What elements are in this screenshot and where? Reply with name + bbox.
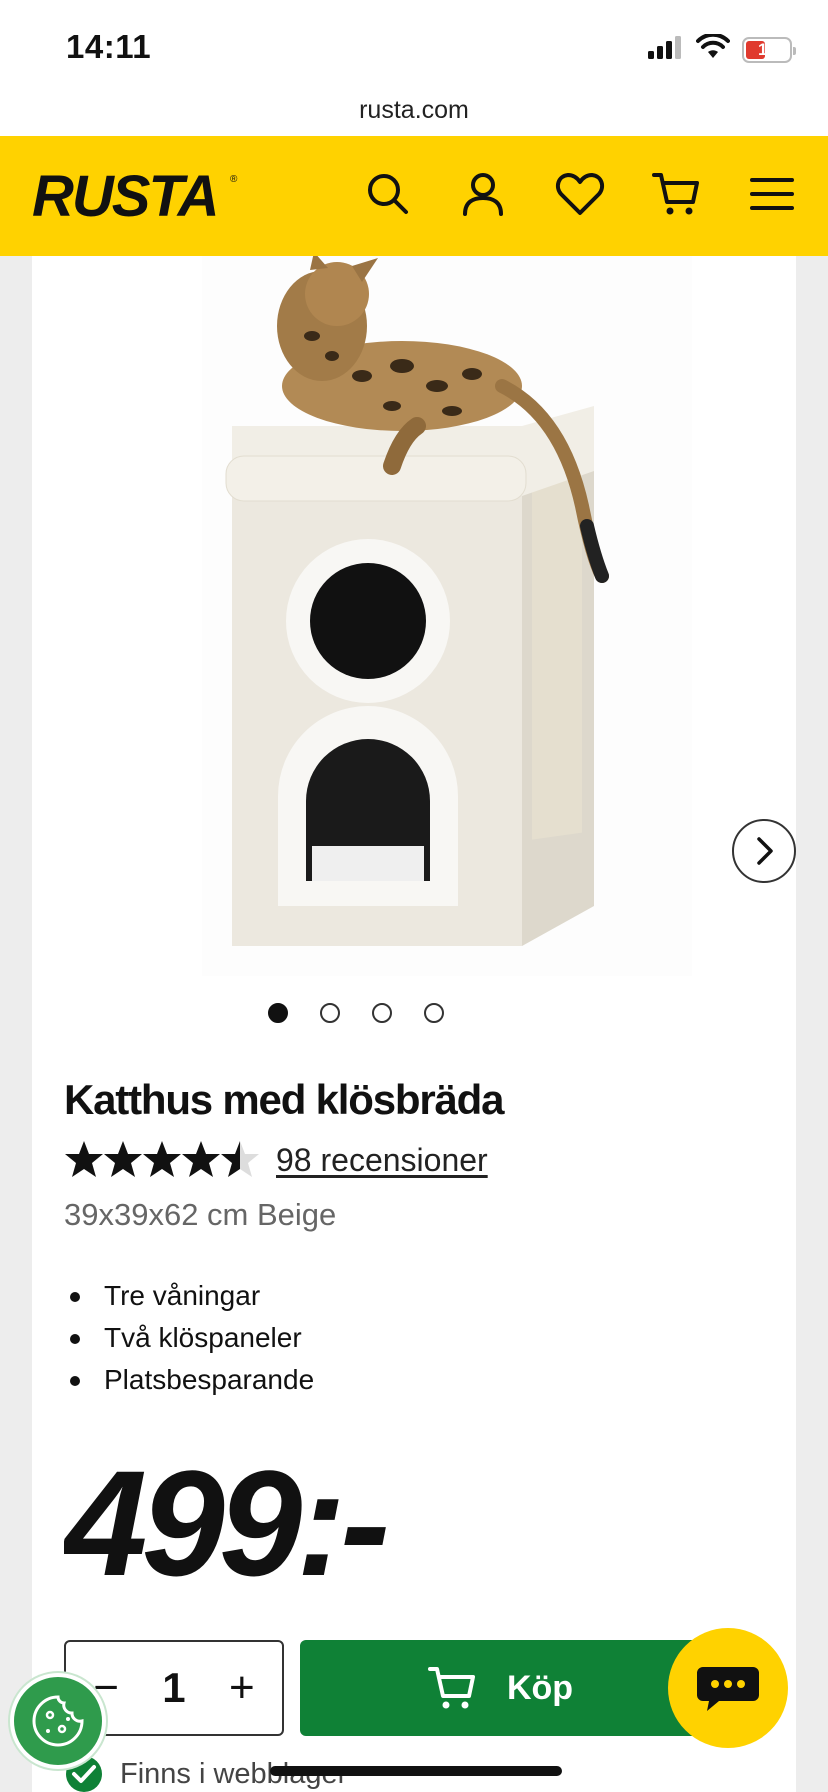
cookie-icon xyxy=(32,1695,84,1747)
status-bar: 14:11 11 xyxy=(0,0,828,90)
buy-button[interactable]: Köp xyxy=(300,1640,700,1736)
rusta-logo[interactable]: RUSTA ® xyxy=(30,164,240,229)
menu-icon[interactable] xyxy=(744,166,800,222)
quantity-value[interactable]: 1 xyxy=(162,1664,185,1712)
heart-icon[interactable] xyxy=(552,166,608,222)
status-time: 14:11 xyxy=(66,28,152,65)
battery-level: 11 xyxy=(758,39,776,59)
star-rating xyxy=(64,1139,264,1181)
feature-list: Tre våningar Två klöspaneler Platsbespar… xyxy=(64,1275,314,1401)
product-title: Katthus med klösbräda xyxy=(64,1076,504,1123)
cart-icon xyxy=(427,1667,475,1709)
search-icon[interactable] xyxy=(360,166,416,222)
buy-button-label: Köp xyxy=(506,1668,574,1707)
feature-item: Tre våningar xyxy=(64,1275,314,1317)
reviews-link[interactable]: 98 recensioner xyxy=(276,1142,488,1179)
product-subtitle: 39x39x62 cm Beige xyxy=(64,1197,337,1232)
carousel-dot-3[interactable] xyxy=(372,1003,392,1023)
svg-text:®: ® xyxy=(230,174,238,185)
url-text: rusta.com xyxy=(359,96,469,124)
cart-icon[interactable] xyxy=(648,166,704,222)
status-indicators: 11 xyxy=(648,32,796,65)
url-bar[interactable]: rusta.com xyxy=(0,90,828,136)
cookie-settings-button[interactable] xyxy=(10,1673,106,1769)
feature-item: Två klöspaneler xyxy=(64,1317,314,1359)
carousel-dot-1[interactable] xyxy=(268,1003,288,1023)
svg-text:499:-: 499:- xyxy=(64,1450,386,1600)
chat-button[interactable] xyxy=(668,1628,788,1748)
product-image[interactable] xyxy=(202,252,692,976)
signal-icon xyxy=(648,35,684,64)
product-price: 499:- xyxy=(61,1439,424,1607)
feature-item: Platsbesparande xyxy=(64,1359,314,1401)
next-image-button[interactable] xyxy=(732,819,796,883)
carousel-dots xyxy=(0,1003,770,1023)
account-icon[interactable] xyxy=(455,166,511,222)
battery-icon: 11 xyxy=(742,36,796,63)
quantity-increase-button[interactable]: + xyxy=(218,1666,266,1710)
wifi-icon xyxy=(696,32,730,65)
chat-icon xyxy=(697,1667,759,1711)
rating-row: 98 recensioner xyxy=(64,1135,488,1185)
carousel-dot-4[interactable] xyxy=(424,1003,444,1023)
home-indicator xyxy=(270,1766,562,1776)
svg-text:RUSTA: RUSTA xyxy=(32,164,217,228)
carousel-dot-2[interactable] xyxy=(320,1003,340,1023)
chevron-right-icon xyxy=(757,837,773,865)
site-header: RUSTA ® xyxy=(0,136,828,256)
